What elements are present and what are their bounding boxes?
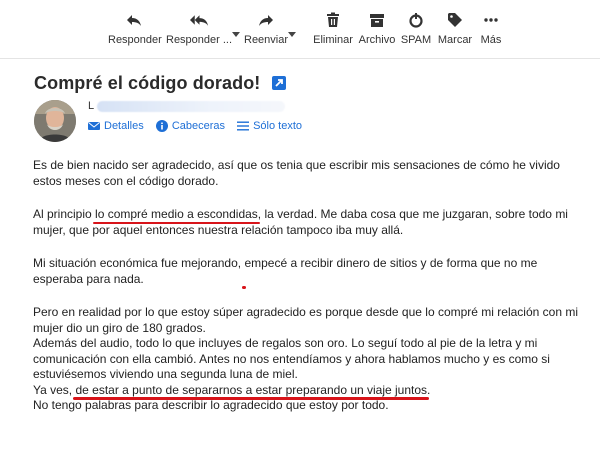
forward-dropdown[interactable] <box>288 30 296 38</box>
mark-button[interactable]: Marcar <box>437 6 473 54</box>
underlined-phrase: de estar a punto de separarnos a estar p… <box>75 382 428 397</box>
mail-toolbar: Responder Responder ... Reenviar Elimina… <box>0 0 600 59</box>
lines-icon <box>237 121 250 131</box>
paragraph-3-end: . <box>140 271 144 286</box>
paragraph-3-start: Mi situación económica fue mejorando, <box>33 256 245 270</box>
message-subject: Compré el código dorado! <box>34 73 286 94</box>
archive-icon <box>370 14 384 27</box>
reply-label: Responder <box>108 34 162 46</box>
sender-address-redacted <box>97 101 285 112</box>
paragraph-1: Es de bien nacido ser agradecido, así qu… <box>33 158 560 188</box>
headers-label: Cabeceras <box>171 120 226 132</box>
archive-button[interactable]: Archivo <box>357 6 397 54</box>
caret-down-icon <box>232 32 240 37</box>
reply-all-button[interactable]: Responder ... <box>166 6 232 54</box>
trash-icon <box>327 12 339 27</box>
reply-all-icon <box>189 15 208 26</box>
more-label: Más <box>480 34 502 46</box>
reply-all-label: Responder ... <box>166 34 233 46</box>
header-links: Detalles Cabeceras Sólo texto <box>88 120 311 135</box>
paragraph-4-line-3: Ya ves, de estar a punto de separarnos a… <box>33 383 578 399</box>
forward-button[interactable]: Reenviar <box>244 6 288 54</box>
details-link[interactable]: Detalles <box>88 120 144 132</box>
sender-name: L <box>88 100 95 112</box>
reply-icon <box>127 15 141 26</box>
tag-icon <box>448 13 462 27</box>
reply-button[interactable]: Responder <box>108 6 162 54</box>
paragraph-4-line-4: No tengo palabras para describir lo agra… <box>33 398 389 412</box>
forward-label: Reenviar <box>244 34 289 46</box>
message-body: Es de bien nacido ser agradecido, así qu… <box>33 158 578 414</box>
headers-link[interactable]: Cabeceras <box>155 120 226 132</box>
plain-text-label: Sólo texto <box>253 120 302 132</box>
spam-button[interactable]: SPAM <box>399 6 433 54</box>
paragraph-4: Pero en realidad por lo que estoy súper … <box>33 305 578 414</box>
open-in-new-window-icon[interactable] <box>271 74 286 90</box>
details-label: Detalles <box>104 120 144 132</box>
paragraph-2: Al principio lo compré medio a escondida… <box>33 207 578 238</box>
paragraph-3: Mi situación económica fue mejorando, em… <box>33 256 578 287</box>
spam-label: SPAM <box>400 34 432 46</box>
underlined-phrase: lo compré medio a escondidas <box>95 207 258 221</box>
more-icon <box>484 18 498 22</box>
archive-label: Archivo <box>358 34 396 46</box>
more-button[interactable]: Más <box>477 6 505 54</box>
delete-label: Eliminar <box>313 34 353 46</box>
plain-text-link[interactable]: Sólo texto <box>237 120 302 132</box>
paragraph-2-start: Al principio <box>33 207 96 221</box>
caret-down-icon <box>288 32 296 37</box>
info-icon <box>155 120 168 132</box>
delete-button[interactable]: Eliminar <box>312 6 354 54</box>
mark-label: Marcar <box>437 34 473 46</box>
paragraph-4-line-1: Pero en realidad por lo que estoy súper … <box>33 305 578 335</box>
paragraph-4-line-3-end: . <box>427 382 431 397</box>
forward-icon <box>259 15 273 26</box>
paragraph-4-line-2: Además del audio, todo lo que incluyes d… <box>33 336 550 381</box>
sender-avatar <box>34 100 76 142</box>
subject-text: Compré el código dorado! <box>34 73 261 93</box>
paragraph-4-line-3-start: Ya ves, <box>33 382 76 397</box>
spam-icon <box>409 13 423 28</box>
reply-all-dropdown[interactable] <box>232 30 240 38</box>
envelope-icon <box>88 122 100 130</box>
